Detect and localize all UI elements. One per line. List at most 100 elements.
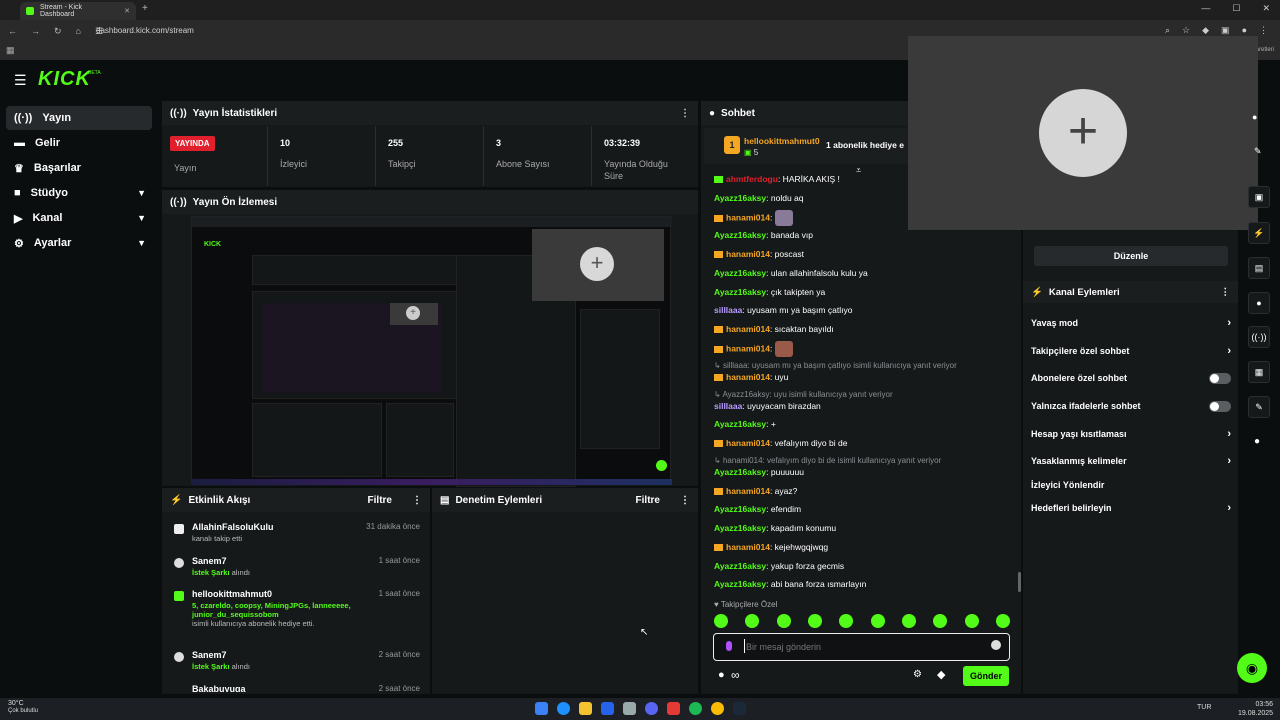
chat-username[interactable]: silllaaa bbox=[714, 305, 742, 315]
apps-icon[interactable]: ▦ bbox=[6, 45, 15, 56]
close-window-icon[interactable]: ✕ bbox=[1262, 3, 1270, 14]
chat-settings-gear-icon[interactable]: ⚙ bbox=[913, 669, 922, 680]
emote-icon[interactable] bbox=[964, 614, 979, 628]
chat-message[interactable]: Ayazz16aksy: kapadım konumu bbox=[714, 523, 836, 533]
emote-icon[interactable] bbox=[901, 614, 916, 628]
chat-message[interactable]: hanami014: ayaz? bbox=[714, 486, 797, 496]
emote-icon[interactable] bbox=[776, 614, 791, 628]
browser-tab[interactable]: Stream - Kick Dashboard ✕ bbox=[20, 2, 136, 20]
reply-context[interactable]: ↳ hanami014: vefalıyım diyo bi de isimli… bbox=[714, 456, 941, 465]
reload-icon[interactable]: ↻ bbox=[54, 26, 62, 37]
chat-username[interactable]: Ayazz16aksy bbox=[714, 287, 766, 297]
chat-message-input[interactable] bbox=[746, 639, 976, 655]
kick-points-icon[interactable]: ● bbox=[718, 669, 725, 681]
rail-power-button[interactable]: ⚡ bbox=[1248, 222, 1270, 244]
chat-username[interactable]: Ayazz16aksy bbox=[714, 268, 766, 278]
more-options-icon[interactable]: ⋮ bbox=[412, 495, 422, 506]
rail-clip-button[interactable]: ▣ bbox=[1248, 186, 1270, 208]
chat-username[interactable]: Ayazz16aksy bbox=[714, 579, 766, 589]
hamburger-menu-icon[interactable]: ☰ bbox=[14, 72, 27, 89]
support-chat-icon[interactable]: ◉ bbox=[1237, 653, 1267, 683]
emote-icon[interactable] bbox=[933, 614, 948, 628]
sidebar-item-gelir[interactable]: ▬ Gelir bbox=[6, 131, 152, 155]
chat-message[interactable]: hanami014: poscast bbox=[714, 249, 804, 259]
chat-message[interactable]: Ayazz16aksy: + bbox=[714, 419, 776, 429]
microphone-icon[interactable] bbox=[726, 641, 732, 651]
chrome-icon[interactable] bbox=[711, 702, 724, 715]
emote-icon[interactable] bbox=[807, 614, 822, 628]
chat-message[interactable]: Ayazz16aksy: puuuuuu bbox=[714, 467, 804, 477]
sidebar-item-ayarlar[interactable]: ⚙ Ayarlar ▼ bbox=[6, 231, 152, 255]
chat-message[interactable]: Ayazz16aksy: efendim bbox=[714, 504, 801, 514]
chat-message[interactable]: hanami014: vefalıyım diyo bi de bbox=[714, 438, 847, 448]
chat-message[interactable]: silllaaa: uyuyacam birazdan bbox=[714, 401, 821, 411]
profile-icon[interactable]: ● bbox=[1242, 25, 1247, 36]
activity-event[interactable]: Sanem7 2 saat önce İstek Şarkı alındı bbox=[170, 650, 426, 680]
clock[interactable]: 03:56 19.08.2025 bbox=[1238, 700, 1273, 718]
chat-message[interactable]: hanami014: bbox=[714, 210, 793, 226]
sidebar-item-kanal[interactable]: ▶ Kanal ▼ bbox=[6, 206, 152, 230]
chat-username[interactable]: Ayazz16aksy bbox=[714, 419, 766, 429]
chat-username[interactable]: Ayazz16aksy bbox=[714, 523, 766, 533]
rail-broadcast-button[interactable]: ((·)) bbox=[1248, 326, 1270, 348]
emote-icon[interactable] bbox=[745, 614, 760, 628]
activity-event[interactable]: Sanem7 1 saat önce İstek Şarkı alındı bbox=[170, 556, 426, 586]
add-plus-icon[interactable]: + bbox=[1039, 89, 1127, 177]
set-goals-item[interactable]: Hedefleri belirleyin › bbox=[1031, 498, 1231, 518]
chat-message[interactable]: Ayazz16aksy: banada vıp bbox=[714, 230, 813, 240]
sidebar-item-yayin[interactable]: ((·)) Yayın bbox=[6, 106, 152, 130]
chat-scrollbar[interactable] bbox=[1018, 572, 1021, 592]
chat-message[interactable]: Ayazz16aksy: ulan allahinfalsolu kulu ya bbox=[714, 268, 868, 278]
more-options-icon[interactable]: ⋮ bbox=[680, 495, 690, 506]
minimize-icon[interactable]: — bbox=[1201, 3, 1210, 14]
activity-event[interactable]: AllahinFalsoluKulu 31 dakika önce kanalı… bbox=[170, 522, 426, 552]
activity-event[interactable]: Bakabuyuga 2 saat önce bbox=[170, 684, 426, 692]
sidebar-item-basarilar[interactable]: ♛ Başarılar bbox=[6, 156, 152, 180]
activity-filter-button[interactable]: Filtre bbox=[368, 495, 392, 506]
app-icon[interactable] bbox=[667, 702, 680, 715]
chat-username[interactable]: hanami014 bbox=[726, 249, 770, 259]
chat-username[interactable]: Ayazz16aksy bbox=[714, 467, 766, 477]
raid-item[interactable]: İzleyici Yönlendir bbox=[1031, 475, 1231, 495]
menu-dots-icon[interactable]: ⋮ bbox=[1259, 25, 1268, 36]
emote-only-toggle[interactable] bbox=[1209, 400, 1231, 412]
chat-message[interactable]: Ayazz16aksy: çık takipten ya bbox=[714, 287, 825, 297]
chat-message[interactable]: ahmtferdogu: HARİKA AKIŞ ! bbox=[714, 174, 840, 184]
users-icon[interactable]: ◆ bbox=[937, 668, 945, 681]
moderation-filter-button[interactable]: Filtre bbox=[636, 495, 660, 506]
chat-message[interactable]: hanami014: bbox=[714, 341, 793, 357]
chat-username[interactable]: Ayazz16aksy bbox=[714, 561, 766, 571]
app-icon[interactable] bbox=[623, 702, 636, 715]
chat-username[interactable]: silllaaa bbox=[714, 401, 742, 411]
chat-username[interactable]: hanami014 bbox=[726, 542, 770, 552]
chat-username[interactable]: hanami014 bbox=[726, 438, 770, 448]
emoji-picker-icon[interactable] bbox=[991, 640, 1001, 650]
chat-message[interactable]: Ayazz16aksy: noldu aq bbox=[714, 193, 804, 203]
close-tab-icon[interactable]: ✕ bbox=[124, 7, 130, 15]
emote-icon[interactable] bbox=[995, 614, 1010, 628]
chat-username[interactable]: Ayazz16aksy bbox=[714, 230, 766, 240]
reply-context[interactable]: ↳ silllaaa: uyusam mı ya başım çatlıyo i… bbox=[714, 361, 957, 370]
reply-context[interactable]: ↳ Ayazz16aksy: uyu isimli kullanıcıya ya… bbox=[714, 390, 893, 399]
discord-icon[interactable] bbox=[645, 702, 658, 715]
kick-logo[interactable]: KICK bbox=[38, 68, 91, 91]
rail-users-button[interactable]: ▦ bbox=[1248, 361, 1270, 383]
followers-chat-item[interactable]: Takipçilere özel sohbet › bbox=[1031, 341, 1231, 361]
windows-start-icon[interactable] bbox=[535, 702, 548, 715]
forward-icon[interactable]: → bbox=[31, 26, 40, 36]
slow-mode-item[interactable]: Yavaş mod › bbox=[1031, 313, 1231, 333]
chat-username[interactable]: Ayazz16aksy bbox=[714, 193, 766, 203]
rail-document-button[interactable]: ▤ bbox=[1248, 257, 1270, 279]
activity-event[interactable]: hellookittmahmut0 1 saat önce 5, czareld… bbox=[170, 589, 426, 643]
emote-icon[interactable] bbox=[839, 614, 854, 628]
maximize-icon[interactable]: ☐ bbox=[1232, 3, 1240, 14]
url-field[interactable]: dashboard.kick.com/stream bbox=[96, 26, 194, 35]
kick-points-icon[interactable]: ● bbox=[1254, 436, 1260, 447]
chat-username[interactable]: hanami014 bbox=[726, 372, 770, 382]
chat-username[interactable]: hanami014 bbox=[726, 324, 770, 334]
store-icon[interactable] bbox=[601, 702, 614, 715]
emote-icon[interactable] bbox=[870, 614, 885, 628]
edit-button[interactable]: Düzenle bbox=[1034, 246, 1228, 266]
back-icon[interactable]: ← bbox=[8, 26, 17, 36]
chat-username[interactable]: hanami014 bbox=[726, 212, 770, 222]
